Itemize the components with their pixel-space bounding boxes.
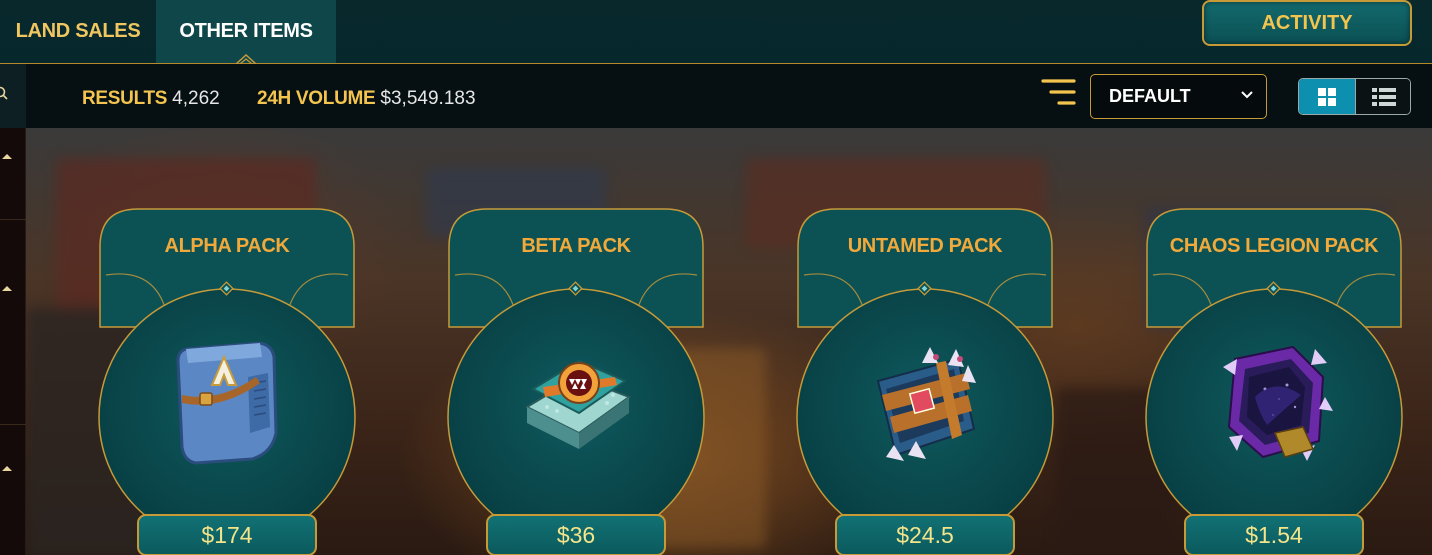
pack-price-button[interactable]: $174 — [137, 514, 317, 555]
sort-dropdown-value: DEFAULT — [1109, 86, 1191, 106]
view-toggle — [1298, 78, 1411, 115]
active-tab-caret-icon — [235, 54, 257, 64]
pack-price-button[interactable]: $36 — [486, 514, 666, 555]
beta-pack-icon — [517, 337, 637, 467]
pack-name: BETA PACK — [521, 235, 631, 257]
results-value: 4,262 — [172, 88, 220, 109]
activity-button-label: ACTIVITY — [1261, 11, 1353, 34]
volume-label: 24H VOLUME — [257, 88, 376, 109]
list-view-button[interactable] — [1355, 79, 1410, 114]
grid-view-button[interactable] — [1299, 79, 1355, 114]
list-icon — [1371, 87, 1396, 106]
untamed-pack-icon — [866, 337, 986, 467]
results-label: RESULTS — [82, 88, 168, 109]
top-nav: LAND SALES OTHER ITEMS ACTIVITY — [0, 0, 1432, 64]
activity-button[interactable]: ACTIVITY — [1202, 0, 1412, 46]
rail-divider — [0, 219, 26, 220]
tab-other-items-label: OTHER ITEMS — [179, 20, 313, 42]
rail-divider — [0, 424, 26, 425]
chaos-legion-pack-icon — [1215, 337, 1335, 467]
chevron-up-icon[interactable] — [0, 282, 14, 296]
filter-icon[interactable] — [1041, 77, 1077, 109]
pack-card[interactable]: ALPHA PACK $174 — [98, 207, 358, 555]
filter-rail — [0, 64, 26, 555]
tab-land-sales-label: LAND SALES — [15, 20, 141, 42]
chevron-up-icon[interactable] — [0, 150, 14, 164]
pack-price-button[interactable]: $1.54 — [1184, 514, 1364, 555]
search-icon[interactable] — [0, 86, 8, 100]
results-stat: RESULTS 4,262 — [82, 88, 220, 110]
volume-value: $3,549.183 — [380, 88, 476, 109]
chevron-up-icon[interactable] — [0, 462, 14, 476]
alpha-pack-icon — [168, 337, 288, 467]
pack-card[interactable]: CHAOS LEGION PACK $1.54 — [1145, 207, 1405, 555]
volume-stat: 24H VOLUME $3,549.183 — [257, 88, 476, 110]
pack-card[interactable]: BETA PACK $36 — [447, 207, 707, 555]
chevron-down-icon — [1241, 91, 1253, 99]
pack-card[interactable]: UNTAMED PACK $24.5 — [796, 207, 1056, 555]
pack-name: UNTAMED PACK — [847, 235, 1003, 257]
pack-price-button[interactable]: $24.5 — [835, 514, 1015, 555]
pack-name: CHAOS LEGION PACK — [1169, 235, 1379, 257]
pack-name: ALPHA PACK — [164, 235, 290, 257]
results-toolbar: RESULTS 4,262 24H VOLUME $3,549.183 DEFAUL… — [26, 64, 1432, 128]
tab-other-items[interactable]: OTHER ITEMS — [156, 0, 336, 64]
grid-icon — [1318, 87, 1336, 106]
tab-land-sales[interactable]: LAND SALES — [0, 0, 156, 63]
sort-dropdown[interactable]: DEFAULT — [1090, 74, 1267, 119]
